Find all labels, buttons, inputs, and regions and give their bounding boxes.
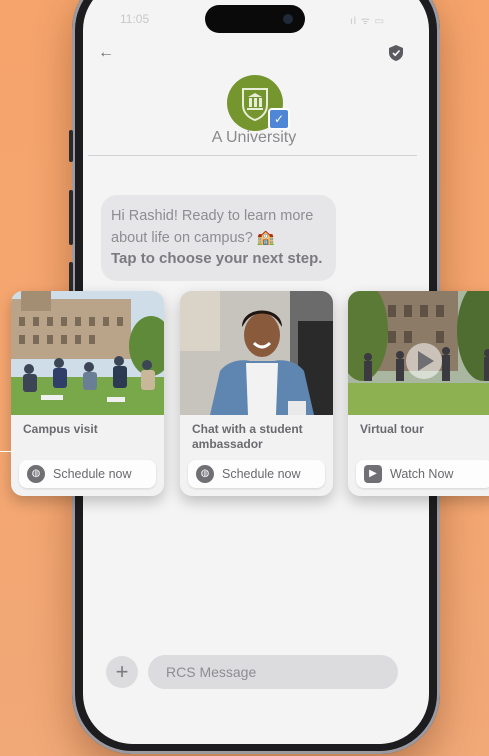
message-text: Hi Rashid! Ready to learn more about lif… bbox=[111, 208, 314, 246]
card-title: Virtual tour bbox=[360, 422, 424, 436]
add-attachment-button[interactable]: + bbox=[106, 656, 138, 688]
action-label: Schedule now bbox=[53, 467, 132, 481]
rich-card-virtual-tour[interactable]: Virtual tour ▶ Watch Now bbox=[348, 291, 489, 496]
message-input[interactable]: RCS Message bbox=[148, 655, 398, 689]
shield-check-icon[interactable] bbox=[389, 45, 403, 61]
schedule-now-button[interactable]: ◍ Schedule now bbox=[19, 460, 156, 488]
card-title: Campus visit bbox=[23, 422, 98, 436]
campus-photo bbox=[11, 291, 164, 415]
action-label: Schedule now bbox=[222, 467, 301, 481]
student-photo bbox=[180, 291, 333, 415]
rich-card-campus-visit[interactable]: Campus visit ◍ Schedule now bbox=[11, 291, 164, 496]
message-bubble: Hi Rashid! Ready to learn more about lif… bbox=[101, 195, 336, 281]
globe-icon: ◍ bbox=[196, 465, 214, 483]
card-title: Chat with a student ambassador bbox=[192, 422, 303, 451]
schedule-now-button[interactable]: ◍ Schedule now bbox=[188, 460, 325, 488]
phone-side-button bbox=[69, 130, 73, 162]
globe-icon: ◍ bbox=[27, 465, 45, 483]
status-indicators: ıl ᯤ ▭ bbox=[350, 16, 386, 27]
phone-volume-up-button bbox=[69, 190, 73, 245]
org-name: A University bbox=[211, 129, 297, 146]
dynamic-island bbox=[205, 5, 305, 33]
campus-tour-photo bbox=[348, 291, 489, 415]
action-label: Watch Now bbox=[390, 467, 454, 481]
watch-now-button[interactable]: ▶ Watch Now bbox=[356, 460, 489, 488]
status-time: 11:05 bbox=[120, 12, 150, 26]
carousel-connector bbox=[0, 451, 14, 452]
message-input-placeholder: RCS Message bbox=[166, 664, 257, 680]
rich-card-chat-ambassador[interactable]: Chat with a student ambassador ◍ Schedul… bbox=[180, 291, 333, 496]
verified-badge-icon: ✓ bbox=[268, 108, 290, 130]
back-arrow-icon[interactable]: ← bbox=[98, 44, 114, 62]
play-icon: ▶ bbox=[364, 465, 382, 483]
message-cta: Tap to choose your next step. bbox=[111, 250, 323, 267]
header-divider bbox=[88, 155, 417, 156]
